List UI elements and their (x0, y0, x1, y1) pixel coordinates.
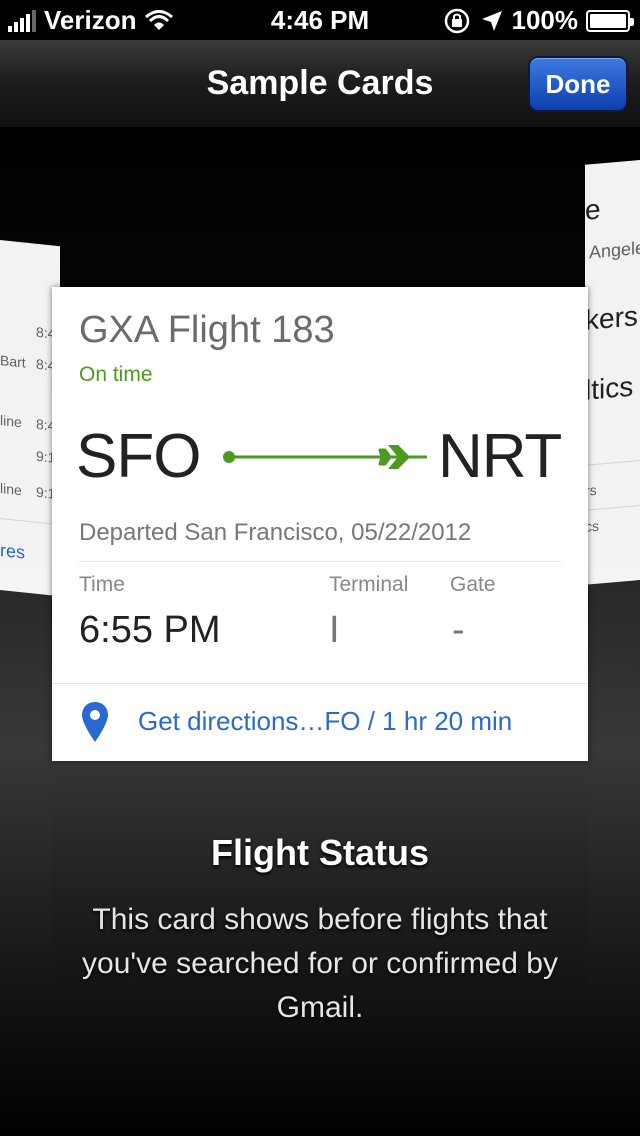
plane-icon (223, 445, 427, 469)
time-label: Time (79, 573, 125, 596)
directions-text: Get directions…FO / 1 hr 20 min (138, 706, 513, 736)
side-card-left[interactable]: 8:4 Bart 8:4 line 8:4 9:1 line 9:1 res (0, 240, 60, 597)
origin-airport: SFO (76, 422, 201, 491)
done-button[interactable]: Done (528, 56, 628, 112)
map-pin-icon (82, 702, 108, 742)
divider (79, 561, 561, 562)
side-card-right[interactable]: e Angeles kers ltics rs cs (585, 160, 640, 585)
side-card-row-label: Bart (0, 352, 26, 371)
gate-label: Gate (450, 573, 496, 596)
side-card-team: kers (585, 300, 638, 336)
gate-value: - (452, 609, 465, 651)
flight-status-card[interactable]: GXA Flight 183 On time SFO NRT Departed … (52, 287, 588, 761)
location-arrow-icon (481, 10, 502, 31)
side-card-team: ltics (585, 370, 634, 406)
card-type-description: This card shows before flights that you'… (82, 903, 558, 1024)
side-card-link[interactable]: res (0, 540, 25, 564)
side-card-subheader: Angeles (589, 236, 640, 263)
orientation-lock-icon (444, 8, 469, 33)
battery-icon (586, 9, 634, 32)
side-card-header: e (585, 193, 601, 226)
terminal-value: I (329, 609, 340, 651)
navigation-bar: Sample Cards Done (0, 40, 640, 128)
departure-info: Departed San Francisco, 05/22/2012 (79, 519, 472, 546)
flight-status: On time (79, 363, 153, 386)
flight-number: GXA Flight 183 (79, 309, 335, 351)
terminal-label: Terminal (329, 573, 409, 596)
side-card-row-label: line (0, 412, 22, 431)
destination-airport: NRT (438, 422, 562, 491)
time-value: 6:55 PM (79, 609, 221, 651)
side-card-row-label: line (0, 480, 22, 499)
status-bar: Verizon 4:46 PM 100% (0, 0, 640, 40)
battery-percent: 100% (511, 5, 579, 35)
card-type-title: Flight Status (211, 832, 429, 873)
directions-link[interactable]: Get directions…FO / 1 hr 20 min (52, 683, 588, 761)
